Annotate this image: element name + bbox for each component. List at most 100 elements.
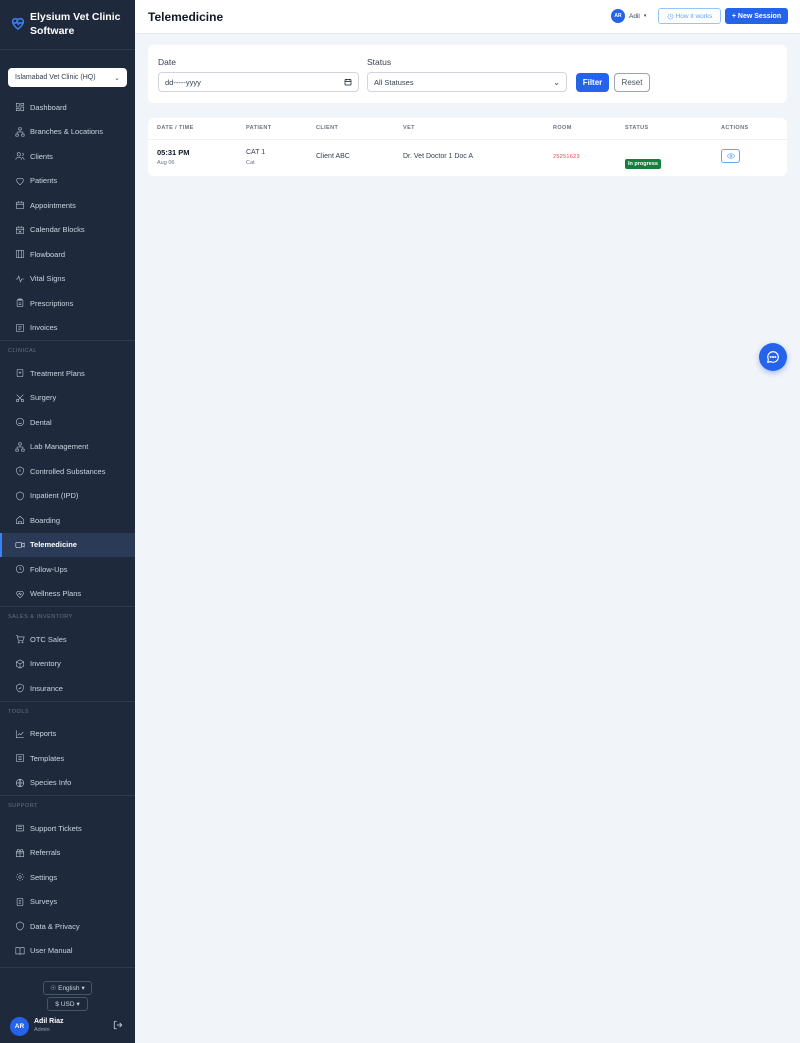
sidebar-item-label: Dashboard	[30, 102, 67, 112]
sidebar-item-support-tickets[interactable]: Support Tickets	[0, 816, 135, 841]
sidebar-item-label: Surgery	[30, 393, 57, 403]
topbar: Telemedicine AR Adil ▾ How it works + Ne…	[135, 0, 800, 34]
user-profile[interactable]: AR Adil Riaz Admin	[10, 1015, 125, 1037]
sessions-table: DATE / TIME PATIENT CLIENT VET ROOM STAT…	[148, 118, 787, 176]
calendar-icon[interactable]	[344, 78, 352, 86]
sidebar-item-branches-and-locations[interactable]: Branches & Locations	[0, 120, 135, 145]
plan-icon	[14, 368, 25, 379]
shield-check-icon	[14, 683, 25, 694]
row-room: 25251623	[553, 154, 580, 160]
sidebar-item-label: Lab Management	[30, 442, 89, 452]
date-input[interactable]: dd-----yyyy	[158, 72, 359, 92]
clock-icon	[14, 564, 25, 575]
sidebar-item-species-info[interactable]: Species Info	[0, 771, 135, 796]
brand[interactable]: Elysium Vet Clinic Software	[0, 0, 135, 50]
cart-icon	[14, 634, 25, 645]
sidebar-item-patients[interactable]: Patients	[0, 169, 135, 194]
section-label-support: SUPPORT	[0, 795, 135, 816]
language-select[interactable]: ☉ English ▾	[43, 981, 92, 995]
branches-icon	[14, 126, 25, 137]
sidebar-item-wellness-plans[interactable]: Wellness Plans	[0, 582, 135, 607]
calendar-block-icon	[14, 224, 25, 235]
sidebar-item-label: Referrals	[30, 848, 61, 858]
sidebar-item-treatment-plans[interactable]: Treatment Plans	[0, 361, 135, 386]
date-placeholder: dd-----yyyy	[165, 77, 201, 87]
status-select[interactable]: All Statuses ⌄	[367, 72, 567, 92]
privacy-shield-icon	[14, 921, 25, 932]
sidebar-item-label: Flowboard	[30, 249, 66, 259]
chat-button[interactable]	[759, 343, 787, 371]
sidebar-item-data-and-privacy[interactable]: Data & Privacy	[0, 914, 135, 939]
how-it-works-button[interactable]: How it works	[658, 8, 721, 24]
sidebar-item-label: Patients	[30, 176, 58, 186]
section-label-sales: SALES & INVENTORY	[0, 606, 135, 627]
sidebar-item-telemedicine[interactable]: Telemedicine	[0, 532, 135, 557]
sidebar-item-otc-sales[interactable]: OTC Sales	[0, 627, 135, 652]
ticket-icon	[14, 823, 25, 834]
sidebar-item-settings[interactable]: Settings	[0, 865, 135, 890]
sidebar-item-surgery[interactable]: Surgery	[0, 386, 135, 411]
chart-icon	[14, 728, 25, 739]
sidebar-item-referrals[interactable]: Referrals	[0, 841, 135, 866]
sidebar-item-label: Wellness Plans	[30, 589, 82, 599]
sidebar-item-surveys[interactable]: Surveys	[0, 890, 135, 915]
row-client: Client ABC	[316, 153, 350, 160]
bed-icon	[14, 490, 25, 501]
sidebar-item-flowboard[interactable]: Flowboard	[0, 242, 135, 267]
sidebar-item-boarding[interactable]: Boarding	[0, 508, 135, 533]
invoice-icon	[14, 322, 25, 333]
sidebar-item-reports[interactable]: Reports	[0, 722, 135, 747]
sidebar-item-inventory[interactable]: Inventory	[0, 652, 135, 677]
sidebar-item-clients[interactable]: Clients	[0, 144, 135, 169]
view-session-button[interactable]	[721, 149, 740, 163]
sidebar-item-dashboard[interactable]: Dashboard	[0, 95, 135, 120]
sidebar-item-appointments[interactable]: Appointments	[0, 193, 135, 218]
caret-down-icon: ▾	[81, 985, 85, 992]
user-role: Admin	[34, 1027, 50, 1033]
sidebar-item-calendar-blocks[interactable]: Calendar Blocks	[0, 218, 135, 243]
sidebar-item-label: Boarding	[30, 515, 61, 525]
caret-down-icon: ▾	[76, 1001, 80, 1008]
app-name-line2: Software	[30, 25, 75, 37]
col-header-client: CLIENT	[316, 125, 339, 131]
logout-icon[interactable]	[113, 1020, 123, 1030]
row-vet: Dr. Vet Doctor 1 Doc A	[403, 153, 474, 160]
top-user-menu[interactable]: AR Adil ▾	[611, 9, 646, 23]
status-badge: In progress	[625, 159, 661, 169]
col-header-vet: VET	[403, 125, 415, 131]
sidebar-item-label: Clients	[30, 151, 53, 161]
globe-small-icon: ☉	[50, 985, 57, 992]
sidebar-item-lab-management[interactable]: Lab Management	[0, 435, 135, 460]
col-header-actions: ACTIONS	[721, 125, 749, 131]
sidebar-item-label: Insurance	[30, 683, 63, 693]
sidebar-item-follow-ups[interactable]: Follow-Ups	[0, 557, 135, 582]
currency-symbol: $	[55, 1000, 59, 1008]
sidebar-item-controlled-substances[interactable]: Controlled Substances	[0, 459, 135, 484]
sidebar-item-templates[interactable]: Templates	[0, 746, 135, 771]
status-label: Status	[367, 57, 392, 67]
sidebar-item-prescriptions[interactable]: Prescriptions	[0, 291, 135, 316]
chat-bubble-icon	[767, 351, 779, 363]
sidebar-item-insurance[interactable]: Insurance	[0, 676, 135, 701]
row-species: Cat	[246, 160, 255, 166]
app-name-line1: Elysium Vet Clinic	[30, 11, 121, 23]
section-label-clinical: CLINICAL	[0, 340, 135, 361]
sidebar-nav: Dashboard Branches & Locations Clients Pati…	[0, 95, 135, 963]
template-icon	[14, 753, 25, 764]
reset-button[interactable]: Reset	[614, 73, 650, 92]
sidebar-item-label: Calendar Blocks	[30, 225, 85, 235]
sidebar-item-dental[interactable]: Dental	[0, 410, 135, 435]
new-session-button[interactable]: + New Session	[725, 8, 788, 24]
clinic-select[interactable]: Islamabad Vet Clinic (HQ) ⌄	[8, 68, 127, 87]
sidebar-item-invoices[interactable]: Invoices	[0, 316, 135, 341]
lab-icon	[14, 441, 25, 452]
col-header-datetime: DATE / TIME	[157, 125, 194, 131]
sidebar-item-inpatient-ipd[interactable]: Inpatient (IPD)	[0, 484, 135, 509]
currency-select[interactable]: $ USD ▾	[47, 997, 88, 1011]
top-user-name: Adil	[629, 12, 640, 20]
sidebar-item-label: Inpatient (IPD)	[30, 491, 79, 501]
sidebar-item-label: User Manual	[30, 946, 73, 956]
sidebar-item-user-manual[interactable]: User Manual	[0, 939, 135, 964]
filter-button[interactable]: Filter	[576, 73, 609, 92]
sidebar-item-vital-signs[interactable]: Vital Signs	[0, 267, 135, 292]
